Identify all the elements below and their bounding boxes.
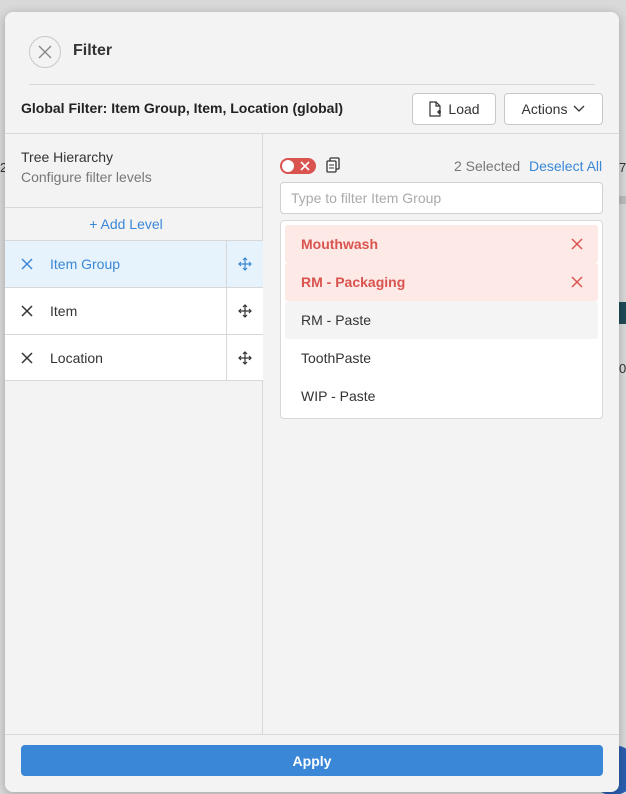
global-filter-bar: Global Filter: Item Group, Item, Locatio… [5,85,619,134]
background-text: 7 [619,160,626,175]
dialog-title: Filter [73,42,113,59]
option-item[interactable]: RM - Packaging [285,263,598,301]
option-list: Mouthwash RM - Packaging RM - Paste Toot… [280,220,603,419]
remove-level-button[interactable] [19,350,35,366]
apply-button[interactable]: Apply [21,745,603,776]
level-label: Item [50,303,78,319]
option-label: RM - Packaging [301,274,406,290]
add-level-button[interactable]: + Add Level [5,216,247,232]
option-label: RM - Paste [301,312,372,328]
option-item[interactable]: Mouthwash [285,225,598,263]
load-button[interactable]: Load [412,93,496,125]
copy-icon[interactable] [326,157,340,173]
tree-hierarchy-panel: Tree Hierarchy Configure filter levels +… [5,134,263,734]
level-list: Item Group Item Location [5,240,263,381]
close-icon [38,45,52,59]
drag-handle[interactable] [226,241,263,287]
move-icon [238,351,252,365]
background-text: 0 [619,361,626,376]
chevron-down-icon [573,105,585,112]
tree-title: Tree Hierarchy [21,149,114,165]
divider [5,734,619,735]
level-row-location[interactable]: Location [5,334,263,381]
remove-level-button[interactable] [19,256,35,272]
option-label: WIP - Paste [301,388,376,404]
close-icon[interactable] [570,237,584,251]
remove-level-button[interactable] [19,303,35,319]
close-icon [21,258,33,270]
option-label: ToothPaste [301,350,372,366]
close-icon [21,305,33,317]
tree-subtitle: Configure filter levels [21,169,152,185]
option-item[interactable]: RM - Paste [285,301,598,339]
value-selector-panel: 2 Selected Deselect All Mouthwash RM - P… [264,134,619,734]
filter-dialog: Filter Global Filter: Item Group, Item, … [5,12,619,792]
level-row-item-group[interactable]: Item Group [5,240,263,287]
level-label: Item Group [50,256,121,272]
level-row-item[interactable]: Item [5,287,263,334]
global-filter-label: Global Filter: Item Group, Item, Locatio… [21,100,344,116]
filter-search-input[interactable] [280,182,603,214]
drag-handle[interactable] [226,335,263,381]
move-icon [238,304,252,318]
close-icon[interactable] [570,275,584,289]
close-icon [21,352,33,364]
dialog-header: Filter [5,12,619,84]
move-icon [238,257,252,271]
level-label: Location [50,350,103,366]
option-item[interactable]: ToothPaste [285,339,598,377]
option-label: Mouthwash [301,236,378,252]
load-label: Load [448,101,480,117]
file-load-icon [429,101,442,117]
close-button[interactable] [29,36,61,68]
toggle-knob [282,160,294,172]
deselect-all-link[interactable]: Deselect All [529,158,602,174]
close-icon [300,161,310,171]
selected-count: 2 Selected [454,158,521,174]
option-item[interactable]: WIP - Paste [285,377,598,415]
divider [5,207,263,208]
actions-label: Actions [521,101,568,117]
drag-handle[interactable] [226,288,263,334]
exclude-toggle[interactable] [280,158,316,174]
actions-button[interactable]: Actions [504,93,603,125]
